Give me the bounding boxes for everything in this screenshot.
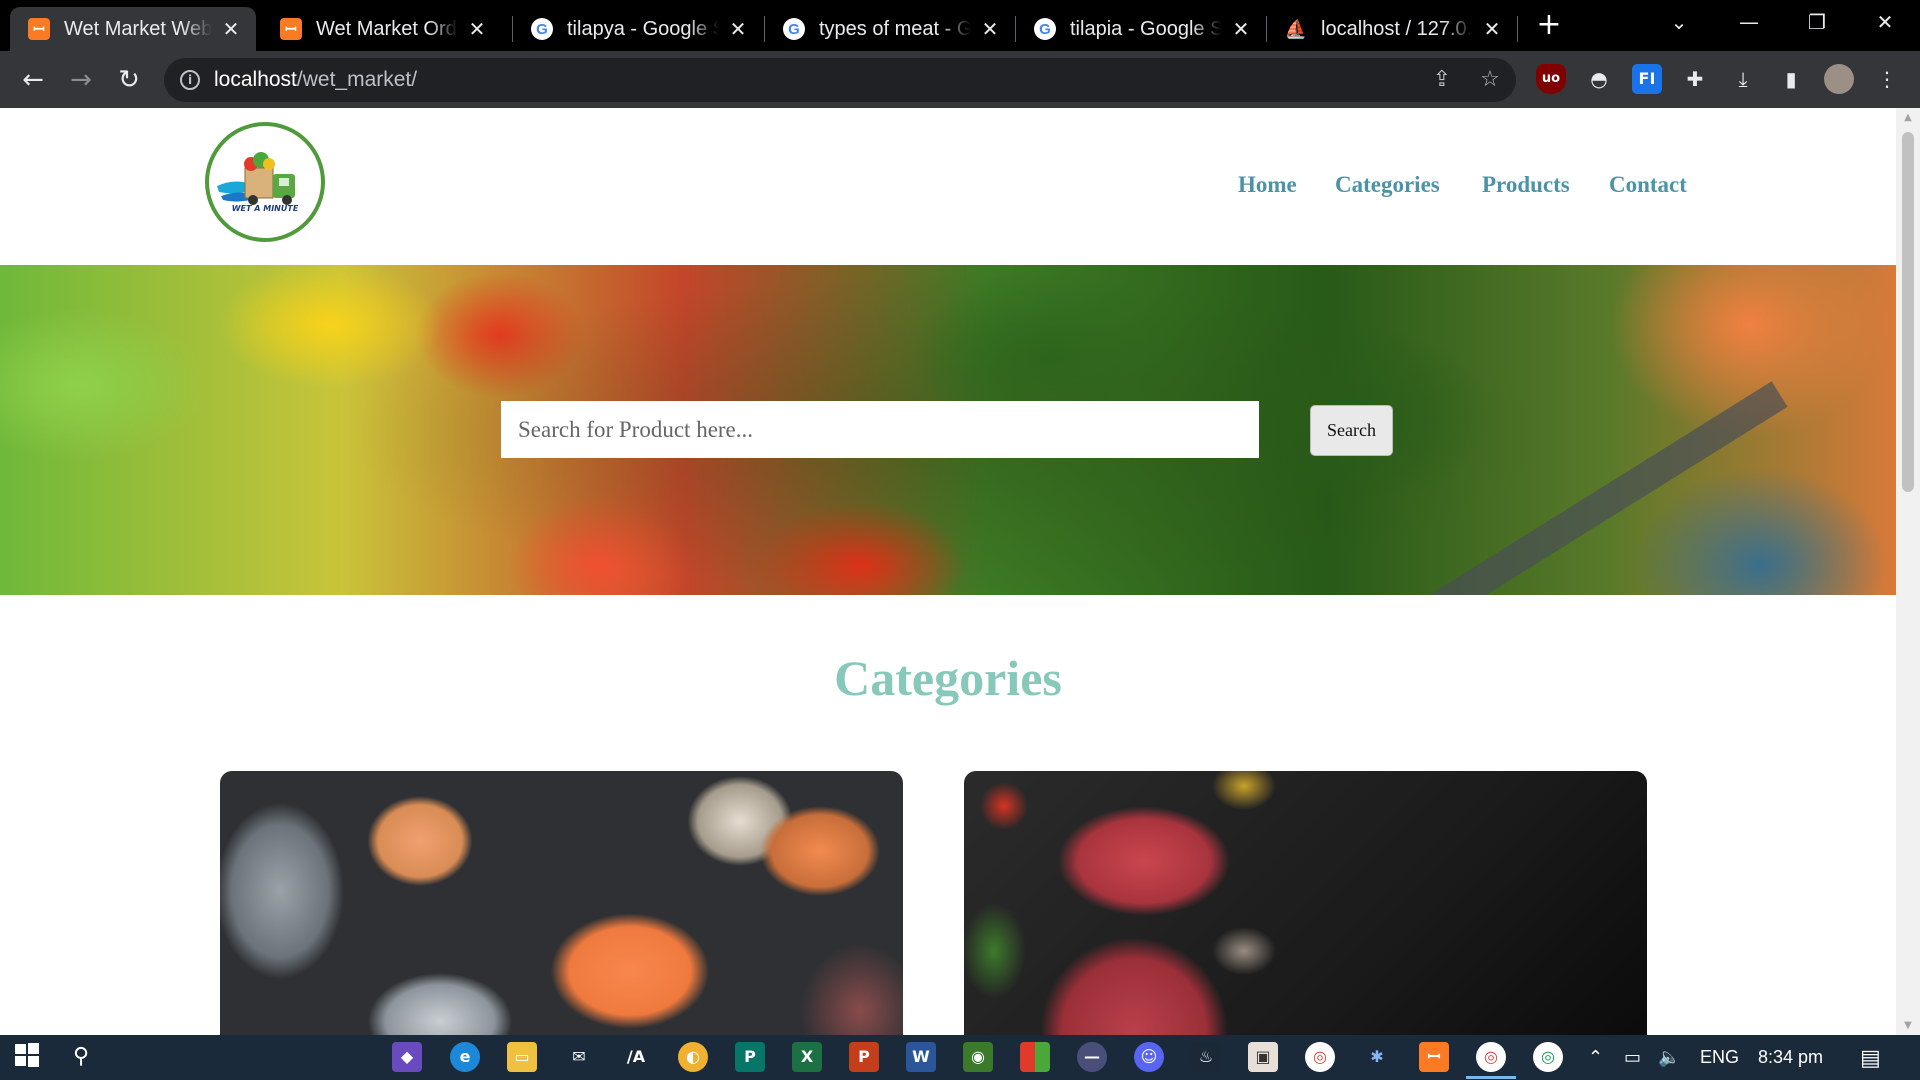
tab-tilapia-search[interactable]: G tilapia - Google Search ✕ [1016, 7, 1266, 51]
tab-tilapya-search[interactable]: G tilapya - Google Search ✕ [513, 7, 763, 51]
xampp-icon: ꟷ [280, 18, 302, 40]
search-icon[interactable]: ⚲ [66, 1042, 96, 1072]
nav-contact[interactable]: Contact [1609, 172, 1687, 198]
browser-tab-strip: ꟷ Wet Market Website ✕ ꟷ Wet Market Orde… [0, 0, 1920, 51]
edge-icon[interactable]: e [450, 1042, 480, 1072]
grocery-truck-icon [217, 152, 295, 205]
nvidia-icon[interactable]: ◉ [963, 1042, 993, 1072]
side-panel-icon[interactable]: ▮ [1776, 64, 1806, 94]
close-icon[interactable]: ✕ [727, 17, 749, 42]
tab-title: Wet Market Order V [316, 17, 458, 40]
language-indicator[interactable]: ENG [1700, 1035, 1739, 1080]
bookmark-star-icon[interactable]: ☆ [1476, 66, 1504, 94]
windows-start-icon[interactable] [12, 1042, 42, 1072]
reload-icon[interactable]: ↻ [112, 63, 146, 97]
close-icon[interactable]: ✕ [1481, 17, 1503, 42]
page-scrollbar[interactable]: ▲ ▼ [1896, 108, 1920, 1035]
word-icon[interactable]: W [906, 1042, 936, 1072]
xampp-icon: ꟷ [28, 18, 50, 40]
tray-chevron-icon[interactable]: ⌃ [1588, 1035, 1603, 1080]
mail-icon[interactable]: ✉ [564, 1042, 594, 1072]
tab-title: tilapia - Google Search [1070, 17, 1222, 40]
categories-heading: Categories [834, 650, 1062, 706]
extension-fi-icon[interactable]: FI [1632, 64, 1662, 94]
battery-icon[interactable]: ▭ [1624, 1035, 1641, 1080]
close-icon[interactable]: ✕ [220, 17, 242, 42]
windows-taskbar: ⚲ ◆ e ▭ ✉ /A ◐ P X P W ◉ — ☺ ♨ ▣ ◎ ✱ ꟷ ◎… [0, 1035, 1920, 1080]
nav-products[interactable]: Products [1482, 172, 1570, 198]
logo-caption: WET A MINUTE [231, 204, 299, 213]
taskbar-app-icon[interactable]: ◐ [678, 1042, 708, 1072]
download-icon[interactable]: ⤓ [1728, 64, 1758, 94]
excel-icon[interactable]: X [792, 1042, 822, 1072]
google-icon: G [783, 18, 805, 40]
browser-menu-icon[interactable]: ⋮ [1872, 64, 1902, 94]
chrome-icon[interactable]: ◎ [1533, 1042, 1563, 1072]
tab-wet-market-order[interactable]: ꟷ Wet Market Order V ✕ [262, 7, 502, 51]
tab-wet-market-website[interactable]: ꟷ Wet Market Website ✕ [10, 7, 256, 51]
address-bar[interactable]: i localhost/wet_market/ ⇪ ☆ [164, 58, 1516, 102]
site-info-icon[interactable]: i [180, 70, 200, 90]
restore-button[interactable]: ❐ [1792, 4, 1842, 40]
taskbar-app-icon[interactable]: ✱ [1362, 1042, 1392, 1072]
powerpoint-icon[interactable]: P [849, 1042, 879, 1072]
extensions-puzzle-icon[interactable]: ✚ [1680, 64, 1710, 94]
publisher-icon[interactable]: P [735, 1042, 765, 1072]
taskbar-app-icon[interactable]: ▣ [1248, 1042, 1278, 1072]
window-close-button[interactable]: ✕ [1860, 4, 1910, 40]
taskbar-app-icon[interactable] [1020, 1042, 1050, 1072]
url-host: localhost [214, 68, 297, 91]
taskbar-app-icon[interactable]: — [1077, 1042, 1107, 1072]
phpmyadmin-icon: ⛵ [1284, 18, 1308, 39]
page-viewport: WET A MINUTE Home Categories Products Co… [0, 108, 1896, 1035]
scroll-down-arrow-icon[interactable]: ▼ [1902, 1020, 1914, 1031]
minimize-button[interactable]: — [1724, 4, 1774, 40]
tab-phpmyadmin[interactable]: ⛵ localhost / 127.0.0.1 ✕ [1267, 7, 1517, 51]
forward-arrow-icon[interactable]: → [64, 63, 98, 97]
category-card-seafood[interactable] [220, 771, 903, 1035]
ublock-icon[interactable]: uo [1536, 64, 1566, 94]
tab-types-of-meat-search[interactable]: G types of meat - Google Search ✕ [765, 7, 1015, 51]
tab-separator [1517, 16, 1518, 42]
taskbar-app-icon[interactable]: ◆ [392, 1042, 422, 1072]
close-icon[interactable]: ✕ [466, 17, 488, 42]
tab-title: tilapya - Google Search [567, 17, 719, 40]
windows-logo-icon [15, 1043, 39, 1067]
notifications-icon[interactable]: ▤ [1860, 1035, 1881, 1080]
volume-icon[interactable]: 🔈 [1658, 1035, 1680, 1080]
tab-title: Wet Market Website [64, 17, 212, 40]
google-icon: G [1034, 18, 1056, 40]
extension-mask-icon[interactable]: ◓ [1584, 64, 1614, 94]
scroll-up-arrow-icon[interactable]: ▲ [1902, 112, 1914, 123]
url-path: /wet_market/ [296, 68, 418, 91]
taskbar-app-icon[interactable]: /A [621, 1042, 651, 1072]
xampp-icon[interactable]: ꟷ [1419, 1042, 1449, 1072]
profile-avatar[interactable] [1824, 64, 1854, 94]
chrome-icon[interactable]: ◎ [1305, 1042, 1335, 1072]
product-search-input[interactable] [501, 401, 1259, 458]
back-arrow-icon[interactable]: ← [16, 63, 50, 97]
url-text[interactable]: localhost/wet_market/ [214, 68, 417, 92]
hero-banner: Search [0, 265, 1896, 595]
steam-icon[interactable]: ♨ [1191, 1042, 1221, 1072]
close-icon[interactable]: ✕ [979, 17, 1001, 42]
nav-home[interactable]: Home [1238, 172, 1297, 198]
share-icon[interactable]: ⇪ [1428, 66, 1456, 94]
new-tab-button[interactable]: + [1536, 10, 1562, 42]
tab-title: types of meat - Google Search [819, 17, 971, 40]
tab-title: localhost / 127.0.0.1 [1321, 17, 1473, 40]
close-icon[interactable]: ✕ [1230, 17, 1252, 42]
file-explorer-icon[interactable]: ▭ [507, 1042, 537, 1072]
discord-icon[interactable]: ☺ [1134, 1042, 1164, 1072]
site-logo[interactable]: WET A MINUTE [205, 122, 325, 242]
tab-search-chevron-icon[interactable]: ⌄ [1654, 4, 1704, 40]
google-icon: G [531, 18, 553, 40]
scrollbar-thumb[interactable] [1902, 132, 1914, 492]
chrome-icon[interactable]: ◎ [1466, 1042, 1516, 1079]
clock[interactable]: 8:34 pm [1758, 1035, 1823, 1080]
search-button[interactable]: Search [1310, 405, 1393, 456]
nav-categories[interactable]: Categories [1335, 172, 1440, 198]
category-card-meat[interactable] [964, 771, 1647, 1035]
